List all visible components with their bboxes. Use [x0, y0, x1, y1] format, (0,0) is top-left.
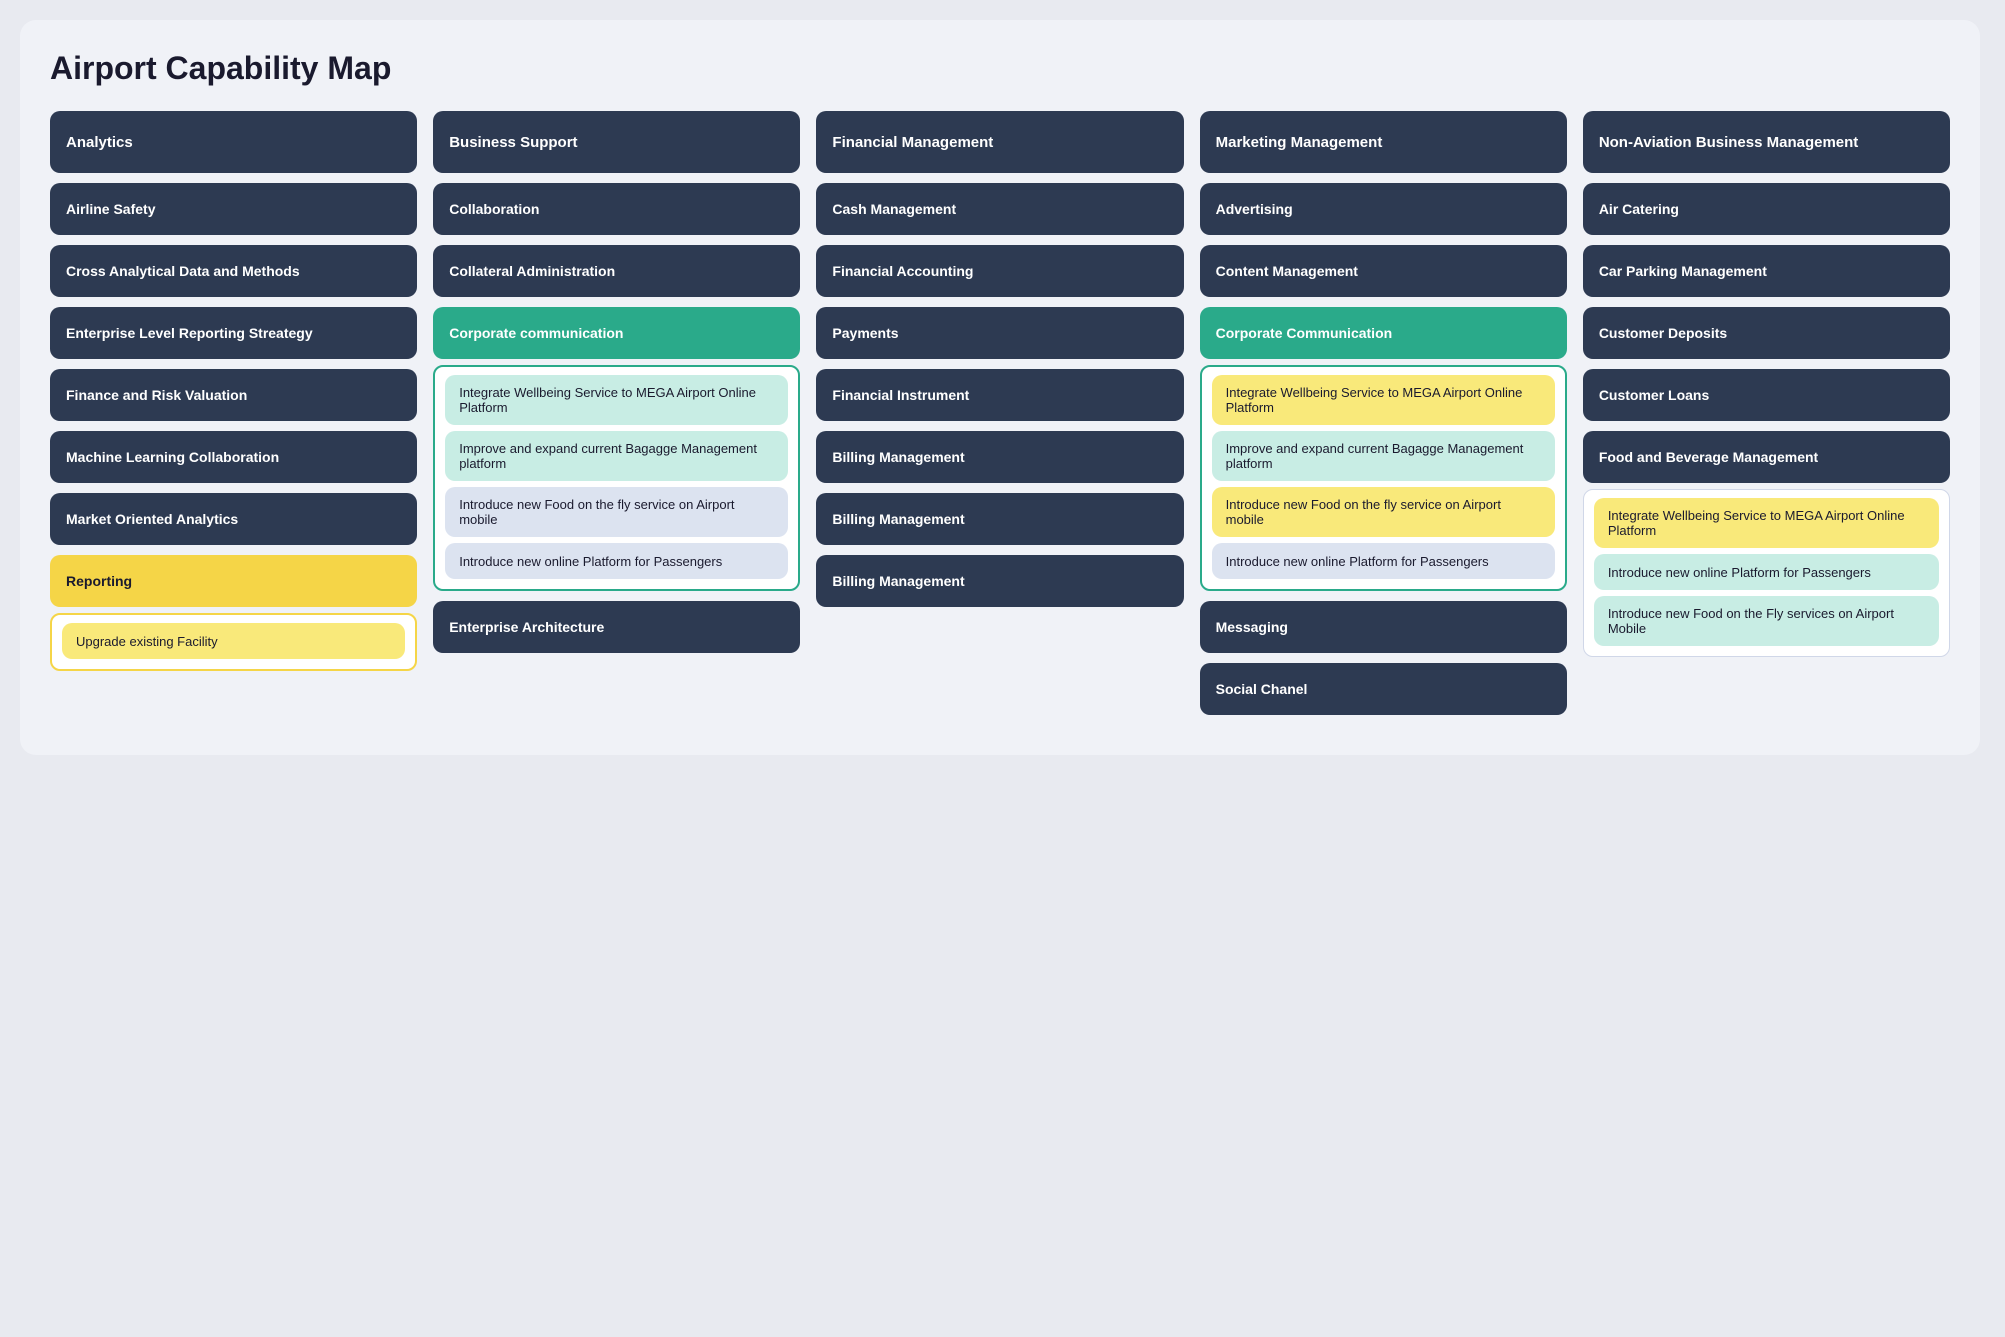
capability-card[interactable]: Collaboration — [433, 183, 800, 235]
sub-item-card[interactable]: Introduce new Food on the Fly services o… — [1594, 596, 1939, 646]
sub-item-card[interactable]: Introduce new Food on the fly service on… — [445, 487, 788, 537]
capability-card[interactable]: Car Parking Management — [1583, 245, 1950, 297]
capability-card[interactable]: Air Catering — [1583, 183, 1950, 235]
sub-item-card[interactable]: Upgrade existing Facility — [62, 623, 405, 659]
sub-items-container: Integrate Wellbeing Service to MEGA Airp… — [1583, 489, 1950, 657]
sub-items-container: Integrate Wellbeing Service to MEGA Airp… — [433, 365, 800, 591]
column-header-financial-management: Financial Management — [816, 111, 1183, 173]
capability-card[interactable]: Enterprise Level Reporting Streategy — [50, 307, 417, 359]
capability-card[interactable]: Social Chanel — [1200, 663, 1567, 715]
capability-card[interactable]: Cash Management — [816, 183, 1183, 235]
capability-card[interactable]: Advertising — [1200, 183, 1567, 235]
capability-card[interactable]: Collateral Administration — [433, 245, 800, 297]
capability-card[interactable]: Billing Management — [816, 431, 1183, 483]
columns-wrapper: Analytics Airline Safety Cross Analytical … — [50, 111, 1950, 715]
sub-item-card[interactable]: Improve and expand current Bagagge Manag… — [445, 431, 788, 481]
capability-card[interactable]: Cross Analytical Data and Methods — [50, 245, 417, 297]
sub-item-card[interactable]: Improve and expand current Bagagge Manag… — [1212, 431, 1555, 481]
capability-group: Corporate Communication Integrate Wellbei… — [1200, 307, 1567, 591]
sub-item-card[interactable]: Integrate Wellbeing Service to MEGA Airp… — [1212, 375, 1555, 425]
column-analytics: Analytics Airline Safety Cross Analytical … — [50, 111, 417, 671]
column-header-non-aviation: Non-Aviation Business Management — [1583, 111, 1950, 173]
sub-items-container: Upgrade existing Facility — [50, 613, 417, 671]
capability-group: Food and Beverage Management Integrate We… — [1583, 431, 1950, 657]
capability-card[interactable]: Financial Accounting — [816, 245, 1183, 297]
sub-item-card[interactable]: Introduce new online Platform for Passen… — [1212, 543, 1555, 579]
column-marketing-management: Marketing Management Advertising Content M… — [1200, 111, 1567, 715]
capability-group: Corporate communication Integrate Wellbei… — [433, 307, 800, 591]
capability-card[interactable]: Content Management — [1200, 245, 1567, 297]
capability-card[interactable]: Messaging — [1200, 601, 1567, 653]
capability-card[interactable]: Billing Management — [816, 555, 1183, 607]
column-financial-management: Financial Management Cash Management Finan… — [816, 111, 1183, 607]
column-header-business-support: Business Support — [433, 111, 800, 173]
sub-item-card[interactable]: Introduce new Food on the fly service on… — [1212, 487, 1555, 537]
sub-item-card[interactable]: Integrate Wellbeing Service to MEGA Airp… — [445, 375, 788, 425]
sub-item-card[interactable]: Integrate Wellbeing Service to MEGA Airp… — [1594, 498, 1939, 548]
capability-card[interactable]: Finance and Risk Valuation — [50, 369, 417, 421]
capability-card[interactable]: Airline Safety — [50, 183, 417, 235]
page-container: Airport Capability Map Analytics Airline … — [20, 20, 1980, 755]
column-non-aviation: Non-Aviation Business Management Air Cate… — [1583, 111, 1950, 657]
capability-card[interactable]: Financial Instrument — [816, 369, 1183, 421]
sub-item-card[interactable]: Introduce new online Platform for Passen… — [1594, 554, 1939, 590]
column-header-analytics: Analytics — [50, 111, 417, 173]
column-header-marketing-management: Marketing Management — [1200, 111, 1567, 173]
page-title: Airport Capability Map — [50, 50, 1950, 87]
group-header-card[interactable]: Corporate communication — [433, 307, 800, 359]
capability-card[interactable]: Billing Management — [816, 493, 1183, 545]
group-header-card[interactable]: Corporate Communication — [1200, 307, 1567, 359]
group-header-card[interactable]: Reporting — [50, 555, 417, 607]
capability-card[interactable]: Enterprise Architecture — [433, 601, 800, 653]
sub-item-card[interactable]: Introduce new online Platform for Passen… — [445, 543, 788, 579]
capability-card[interactable]: Payments — [816, 307, 1183, 359]
column-business-support: Business Support Collaboration Collateral … — [433, 111, 800, 653]
capability-card[interactable]: Machine Learning Collaboration — [50, 431, 417, 483]
group-header-card[interactable]: Food and Beverage Management — [1583, 431, 1950, 483]
capability-card[interactable]: Customer Loans — [1583, 369, 1950, 421]
sub-items-container: Integrate Wellbeing Service to MEGA Airp… — [1200, 365, 1567, 591]
capability-card[interactable]: Market Oriented Analytics — [50, 493, 417, 545]
capability-card[interactable]: Customer Deposits — [1583, 307, 1950, 359]
capability-group: Reporting Upgrade existing Facility — [50, 555, 417, 671]
